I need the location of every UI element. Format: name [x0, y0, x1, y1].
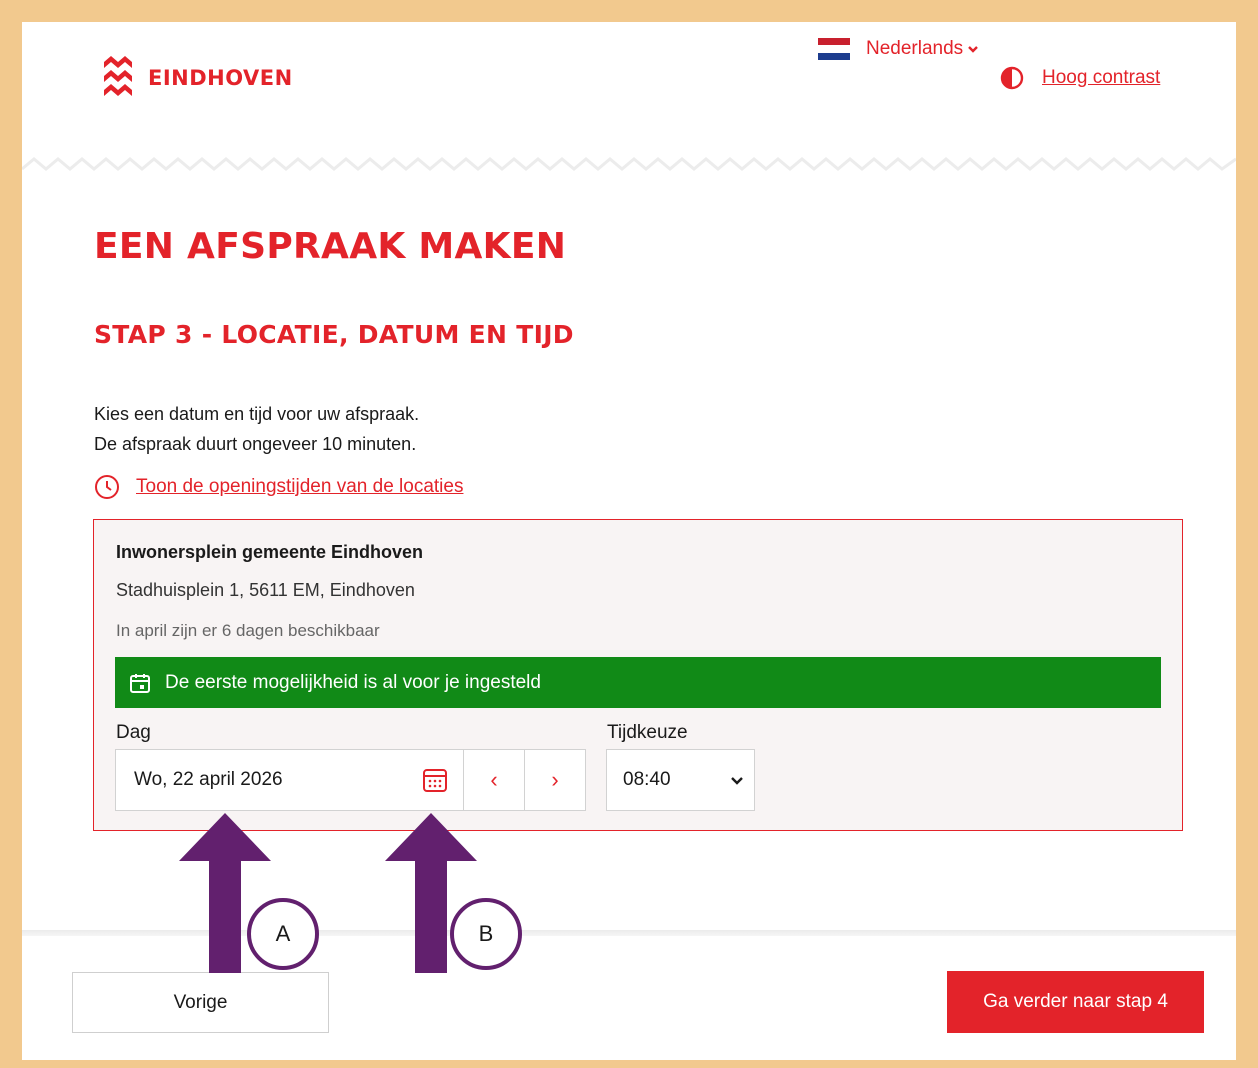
continue-step-4-button[interactable]: Ga verder naar stap 4 — [947, 971, 1204, 1033]
logo[interactable]: EINDHOVEN — [102, 52, 293, 104]
chevron-down-icon — [968, 46, 979, 53]
high-contrast-link[interactable]: Hoog contrast — [1042, 67, 1160, 89]
day-label: Dag — [116, 722, 151, 743]
next-day-button[interactable]: › — [524, 749, 586, 811]
location-name: Inwonersplein gemeente Eindhoven — [116, 542, 424, 562]
calendar-icon[interactable] — [421, 766, 449, 794]
location-address: Stadhuisplein 1, 5611 EM, Eindhoven — [116, 580, 415, 600]
header: EINDHOVEN Nederlands Hoog contrast — [22, 22, 1236, 172]
opening-hours-link[interactable]: Toon de openingstijden van de locaties — [136, 476, 463, 498]
language-selector[interactable]: Nederlands — [818, 38, 979, 60]
first-available-banner: De eerste mogelijkheid is al voor je ing… — [115, 657, 1161, 708]
date-field[interactable]: Wo, 22 april 2026 — [115, 749, 464, 811]
clock-icon — [95, 475, 119, 499]
chevron-down-icon — [731, 777, 743, 785]
step-title: STAP 3 - LOCATIE, DATUM EN TIJD — [94, 320, 574, 349]
intro-text: Kies een datum en tijd voor uw afspraak.… — [94, 399, 419, 459]
dutch-flag-icon — [818, 38, 850, 60]
time-select[interactable]: 08:40 — [606, 749, 755, 811]
date-value: Wo, 22 april 2026 — [134, 769, 283, 790]
chevron-left-icon: ‹ — [490, 767, 498, 792]
intro-line-1: Kies een datum en tijd voor uw afspraak. — [94, 404, 420, 424]
banner-text: De eerste mogelijkheid is al voor je ing… — [165, 671, 541, 693]
page: EINDHOVEN Nederlands Hoog contrast EEN A… — [22, 22, 1236, 1060]
eindhoven-logo-icon — [104, 56, 132, 96]
logo-text: EINDHOVEN — [148, 66, 293, 90]
location-card: Inwonersplein gemeente Eindhoven Stadhui… — [93, 519, 1183, 831]
page-title: EEN AFSPRAAK MAKEN — [94, 226, 567, 267]
annotation-marker-a: A — [247, 898, 319, 970]
chevron-right-icon: › — [551, 767, 559, 792]
previous-day-button[interactable]: ‹ — [463, 749, 525, 811]
previous-button[interactable]: Vorige — [72, 972, 329, 1033]
annotation-marker-b: B — [450, 898, 522, 970]
time-label: Tijdkeuze — [607, 722, 688, 743]
opening-hours[interactable]: Toon de openingstijden van de locaties — [94, 474, 463, 500]
calendar-icon — [130, 673, 150, 693]
time-value: 08:40 — [623, 769, 671, 790]
high-contrast-toggle[interactable]: Hoog contrast — [1000, 66, 1160, 90]
language-label: Nederlands — [866, 38, 964, 59]
contrast-icon — [1000, 66, 1024, 90]
zigzag-divider — [22, 157, 1236, 171]
availability-text: In april zijn er 6 dagen beschikbaar — [116, 621, 380, 640]
intro-line-2: De afspraak duurt ongeveer 10 minuten. — [94, 434, 417, 454]
